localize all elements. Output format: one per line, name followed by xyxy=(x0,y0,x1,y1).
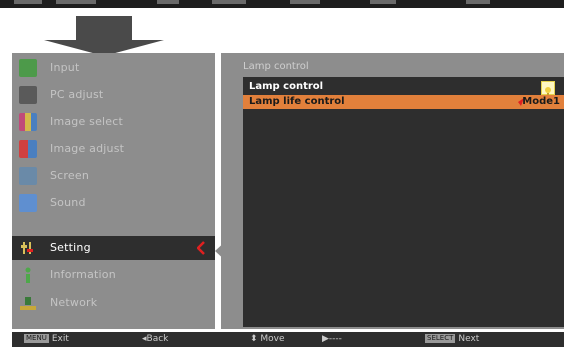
menu-item-label: Network xyxy=(50,296,98,309)
help-exit: MENU Exit xyxy=(24,332,69,347)
menu-item-network[interactable]: Network xyxy=(12,291,215,315)
menu-item-label: Sound xyxy=(50,196,86,209)
menu-item-setting[interactable]: Setting xyxy=(12,236,215,260)
help-back-label: Back xyxy=(146,334,169,344)
top-bar-mark xyxy=(157,0,179,4)
top-bar-mark xyxy=(56,0,96,4)
sound-icon xyxy=(19,194,37,212)
main-menu-panel: Input PC adjust Image select Image adjus… xyxy=(12,53,215,329)
menu-item-pc-adjust[interactable]: PC adjust xyxy=(12,83,215,107)
setting-icon xyxy=(19,239,37,257)
top-bar-mark xyxy=(370,0,396,4)
menu-key-icon: MENU xyxy=(24,334,49,343)
input-icon xyxy=(19,59,37,77)
menu-item-label: Information xyxy=(50,268,116,281)
menu-item-label: PC adjust xyxy=(50,88,104,101)
menu-item-sound[interactable]: Sound xyxy=(12,191,215,215)
menu-item-screen[interactable]: Screen xyxy=(12,164,215,188)
help-back: ◂Back xyxy=(142,332,168,347)
top-bar-mark xyxy=(212,0,246,4)
lamp-icon xyxy=(541,81,555,96)
help-select: SELECT Next xyxy=(425,332,479,347)
menu-item-information[interactable]: Information xyxy=(12,263,215,287)
menu-item-label: Setting xyxy=(50,241,91,254)
help-next: ▶---- xyxy=(322,332,342,347)
right-arrow-icon: ▶ xyxy=(322,334,329,344)
top-bar-mark xyxy=(466,0,490,4)
image-select-icon xyxy=(19,113,37,131)
submenu-title: Lamp control xyxy=(243,61,309,72)
image-adjust-icon xyxy=(19,140,37,158)
help-move-label: Move xyxy=(260,334,285,344)
help-select-label: Next xyxy=(458,334,480,344)
menu-item-label: Image adjust xyxy=(50,142,125,155)
selection-arrow-icon xyxy=(197,241,205,255)
menu-item-label: Input xyxy=(50,61,80,74)
help-next-label: ---- xyxy=(328,334,342,344)
submenu-panel: Lamp control Lamp control Lamp life cont… xyxy=(221,53,564,329)
osd-menu: Input PC adjust Image select Image adjus… xyxy=(0,53,564,329)
menu-item-image-adjust[interactable]: Image adjust xyxy=(12,137,215,161)
select-key-icon: SELECT xyxy=(425,334,456,343)
information-icon xyxy=(19,266,37,284)
bottom-help-bar: MENU Exit ◂Back ⬍ Move ▶---- SELECT Next xyxy=(12,332,564,347)
up-down-icon: ⬍ xyxy=(250,334,261,344)
screen-icon xyxy=(19,167,37,185)
submenu-list: Lamp control Lamp life control Mode1 xyxy=(243,77,564,327)
help-move: ⬍ Move xyxy=(250,332,285,347)
top-bar-strip xyxy=(0,0,564,8)
row-label: Lamp control xyxy=(249,81,324,92)
submenu-row-lamp-life-control[interactable]: Lamp life control Mode1 xyxy=(243,95,564,109)
row-label: Lamp life control xyxy=(249,96,345,107)
menu-item-input[interactable]: Input xyxy=(12,56,215,80)
pc-adjust-icon xyxy=(19,86,37,104)
menu-item-label: Screen xyxy=(50,169,90,182)
top-bar-mark xyxy=(290,0,320,4)
help-exit-label: Exit xyxy=(51,334,69,344)
top-bar-mark xyxy=(14,0,42,4)
network-icon xyxy=(19,294,37,312)
menu-item-label: Image select xyxy=(50,115,124,128)
menu-item-image-select[interactable]: Image select xyxy=(12,110,215,134)
submenu-row-lamp-control[interactable]: Lamp control xyxy=(243,80,564,96)
row-value: Mode1 xyxy=(522,96,560,107)
